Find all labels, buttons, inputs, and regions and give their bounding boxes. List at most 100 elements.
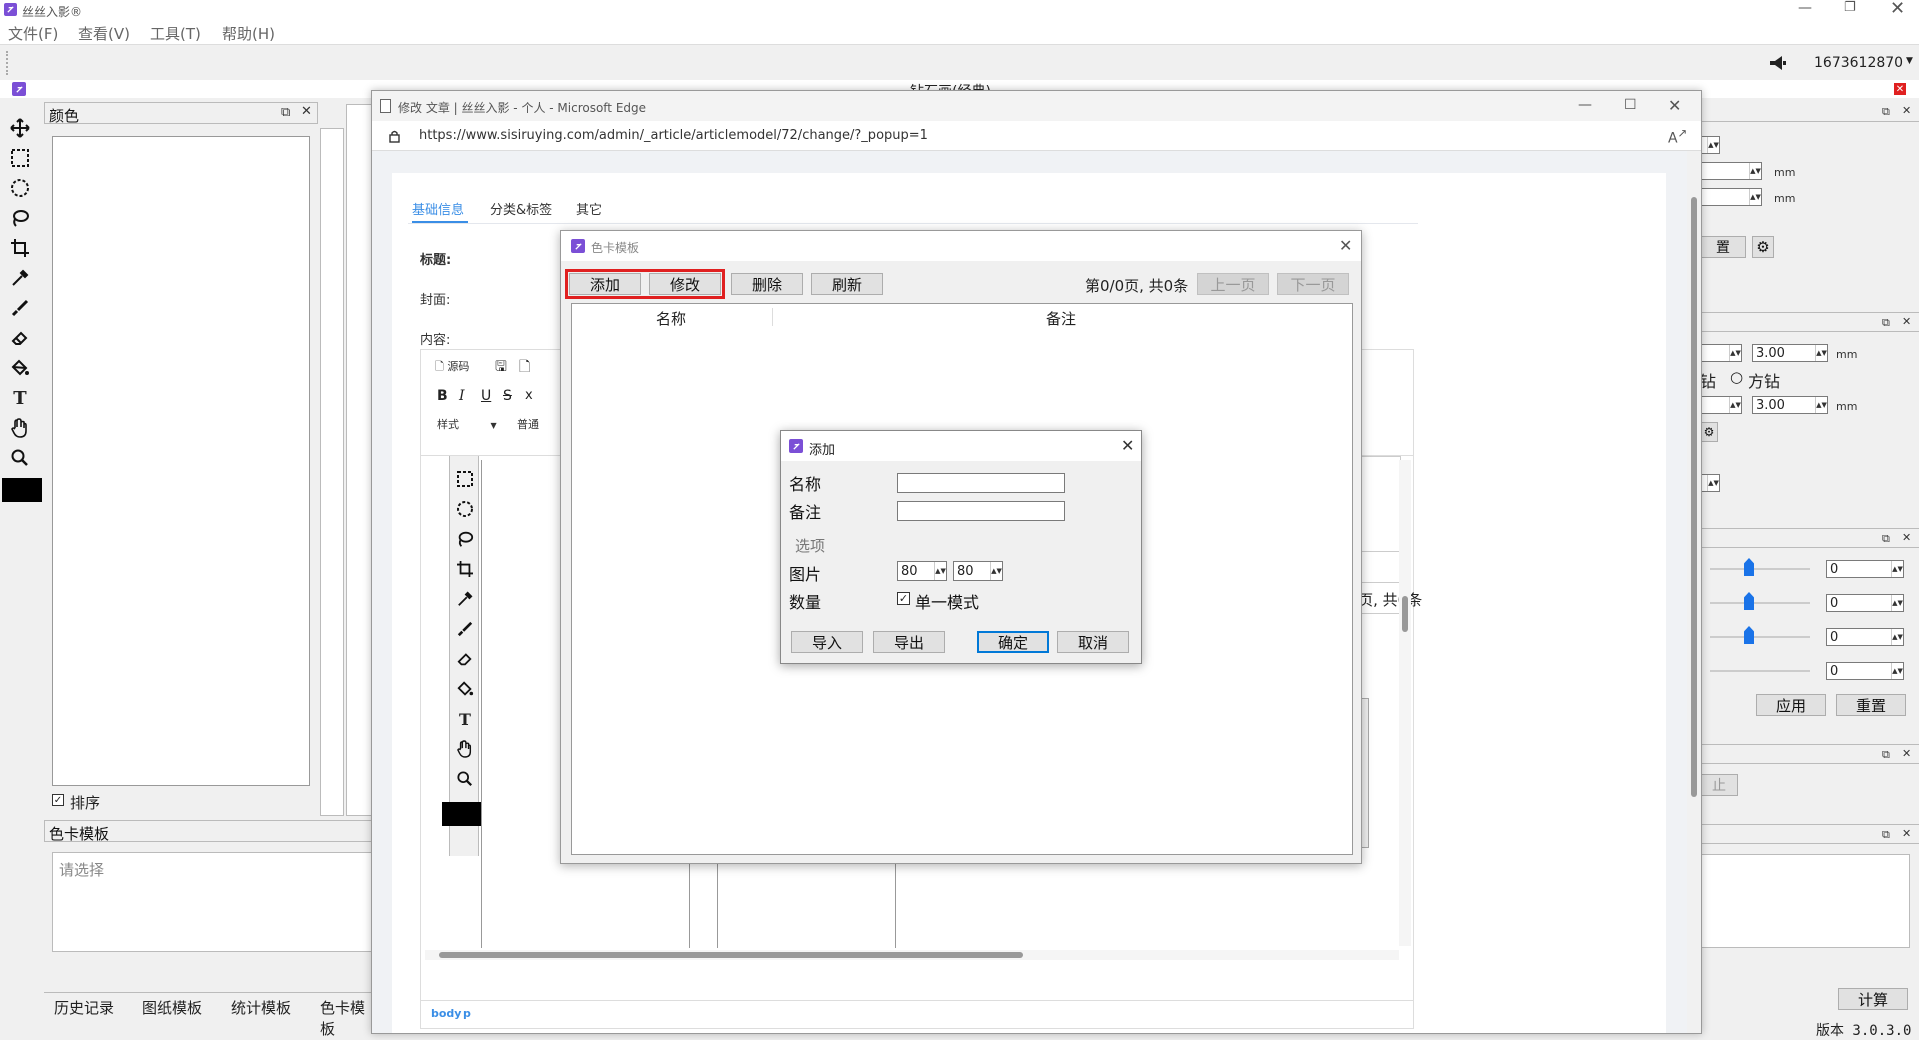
page-vscroll[interactable]	[1687, 151, 1701, 1033]
reset-button-2[interactable]: 重置	[1836, 694, 1906, 716]
bold-button[interactable]: B	[437, 388, 448, 404]
chevron-down-icon[interactable]: ▼	[1906, 56, 1913, 66]
underline-button[interactable]: U	[481, 388, 491, 404]
apply-button[interactable]: 应用	[1756, 694, 1826, 716]
import-button[interactable]: 导入	[791, 631, 863, 653]
float-icon[interactable]: ⧉	[1882, 316, 1890, 330]
editor-vscroll[interactable]	[1399, 460, 1411, 946]
eraser-icon[interactable]	[8, 326, 32, 350]
path-body[interactable]: body	[431, 1007, 461, 1020]
slider-value-4[interactable]: 0 ▲▼	[1826, 662, 1904, 680]
add-dialog-close-button[interactable]: ✕	[1121, 436, 1134, 455]
minimize-button[interactable]: —	[1798, 0, 1812, 16]
export-button[interactable]: 导出	[873, 631, 945, 653]
hscroll-thumb[interactable]	[439, 952, 1023, 958]
eraser-icon[interactable]	[456, 650, 474, 668]
zoom-icon[interactable]	[8, 446, 32, 470]
read-aloud-icon[interactable]: A↗	[1668, 126, 1687, 147]
square-drill-radio[interactable]: ○	[1730, 368, 1743, 386]
ok-button[interactable]: 确定	[977, 631, 1049, 653]
image-height-input[interactable]: 80 ▲▼	[953, 561, 1003, 581]
edge-minimize-button[interactable]: —	[1578, 97, 1592, 113]
slider-4[interactable]	[1710, 670, 1810, 672]
style-select[interactable]: 样式 ▼	[437, 416, 497, 432]
panel-close-icon[interactable]: ✕	[1902, 531, 1911, 544]
lasso-icon[interactable]	[456, 530, 474, 548]
menu-tools[interactable]: 工具(T)	[150, 23, 201, 44]
cancel-button[interactable]: 取消	[1057, 631, 1129, 653]
new-doc-icon[interactable]: 🗋	[519, 356, 530, 380]
gear-icon[interactable]: ⚙	[1700, 422, 1718, 442]
note-input[interactable]	[897, 501, 1065, 521]
tab-category-tags[interactable]: 分类&标签	[490, 199, 552, 218]
slider-2[interactable]	[1710, 602, 1810, 604]
param-input-5[interactable]: ▲▼	[1700, 396, 1742, 414]
zoom-icon[interactable]	[456, 770, 474, 788]
slider-value-1[interactable]: 0 ▲▼	[1826, 560, 1904, 578]
param-input-2[interactable]: ▲▼	[1700, 188, 1762, 206]
param-input-4[interactable]: 3.00 ▲▼	[1752, 344, 1828, 362]
single-mode-checkbox[interactable]: ✓	[897, 592, 910, 605]
card-dialog-close-button[interactable]: ✕	[1339, 236, 1352, 255]
rect-select-icon[interactable]	[8, 146, 32, 170]
float-icon[interactable]: ⧉	[1882, 828, 1890, 842]
gear-icon[interactable]: ⚙	[1752, 236, 1774, 258]
name-input[interactable]	[897, 473, 1065, 493]
lasso-icon[interactable]	[8, 206, 32, 230]
save-icon[interactable]: 🖫	[495, 356, 507, 380]
hand-icon[interactable]	[456, 740, 474, 758]
vscroll-thumb[interactable]	[1402, 596, 1408, 632]
panel-close-icon[interactable]: ✕	[1902, 315, 1911, 328]
float-icon[interactable]: ⧉	[1882, 105, 1890, 119]
float-icon[interactable]: ⧉	[1882, 748, 1890, 762]
strike-button[interactable]: S	[503, 388, 512, 404]
slider-value-2[interactable]: 0 ▲▼	[1826, 594, 1904, 612]
card-template-select[interactable]: 请选择	[52, 852, 374, 952]
menu-help[interactable]: 帮助(H)	[222, 23, 275, 44]
panel-close-icon[interactable]: ✕	[1902, 747, 1911, 760]
float-icon[interactable]: ⧉	[1882, 532, 1890, 546]
edge-close-button[interactable]: ✕	[1668, 96, 1681, 115]
slider-handle-3[interactable]	[1744, 626, 1754, 644]
brush-icon[interactable]	[456, 620, 474, 638]
eyedropper-icon[interactable]	[8, 266, 32, 290]
stop-button[interactable]: 止	[1700, 774, 1738, 796]
col-note-header[interactable]: 备注	[1046, 308, 1076, 329]
text-tool-icon[interactable]: T	[8, 386, 32, 410]
text-tool-icon[interactable]: T	[456, 710, 474, 729]
slider-handle-2[interactable]	[1744, 592, 1754, 610]
ellipse-select-icon[interactable]	[8, 176, 32, 200]
editor-hscroll[interactable]	[425, 950, 1399, 960]
doc-close-icon[interactable]: ✕	[1894, 83, 1906, 95]
param-input-6[interactable]: 3.00 ▲▼	[1752, 396, 1828, 414]
ellipse-select-icon[interactable]	[456, 500, 474, 518]
tab-basic-info[interactable]: 基础信息	[412, 199, 464, 218]
tab-card-template[interactable]: 色卡模板	[320, 997, 374, 1039]
eyedropper-icon[interactable]	[456, 590, 474, 608]
fill-bucket-icon[interactable]	[8, 356, 32, 380]
close-button[interactable]: ✕	[1890, 0, 1905, 19]
width-input[interactable]: ▲▼	[1700, 136, 1720, 154]
refresh-button[interactable]: 刷新	[811, 273, 883, 295]
delete-button[interactable]: 删除	[731, 273, 803, 295]
param-input-7[interactable]: ▲▼	[1700, 474, 1720, 492]
col-name-header[interactable]: 名称	[656, 308, 686, 329]
crop-icon[interactable]	[456, 560, 474, 578]
announcement-icon[interactable]	[1768, 53, 1788, 73]
param-input-3[interactable]: ▲▼	[1700, 344, 1742, 362]
url-text[interactable]: https://www.sisiruying.com/admin/_articl…	[419, 128, 928, 143]
user-id[interactable]: 1673612870	[1814, 55, 1903, 71]
float-icon[interactable]: ⧉	[281, 105, 290, 120]
crop-icon[interactable]	[8, 236, 32, 260]
calc-button[interactable]: 计算	[1838, 988, 1908, 1010]
page-vscroll-thumb[interactable]	[1691, 197, 1697, 797]
path-p[interactable]: p	[463, 1007, 471, 1020]
panel-close-icon[interactable]: ✕	[1902, 827, 1911, 840]
image-width-input[interactable]: 80 ▲▼	[897, 561, 947, 581]
normal-select[interactable]: 普通	[517, 416, 539, 432]
color-swatch[interactable]	[2, 478, 42, 502]
next-page-button[interactable]: 下一页	[1277, 273, 1349, 295]
edge-maximize-button[interactable]: ☐	[1624, 97, 1637, 113]
slider-1[interactable]	[1710, 568, 1810, 570]
lock-icon[interactable]	[388, 129, 400, 143]
